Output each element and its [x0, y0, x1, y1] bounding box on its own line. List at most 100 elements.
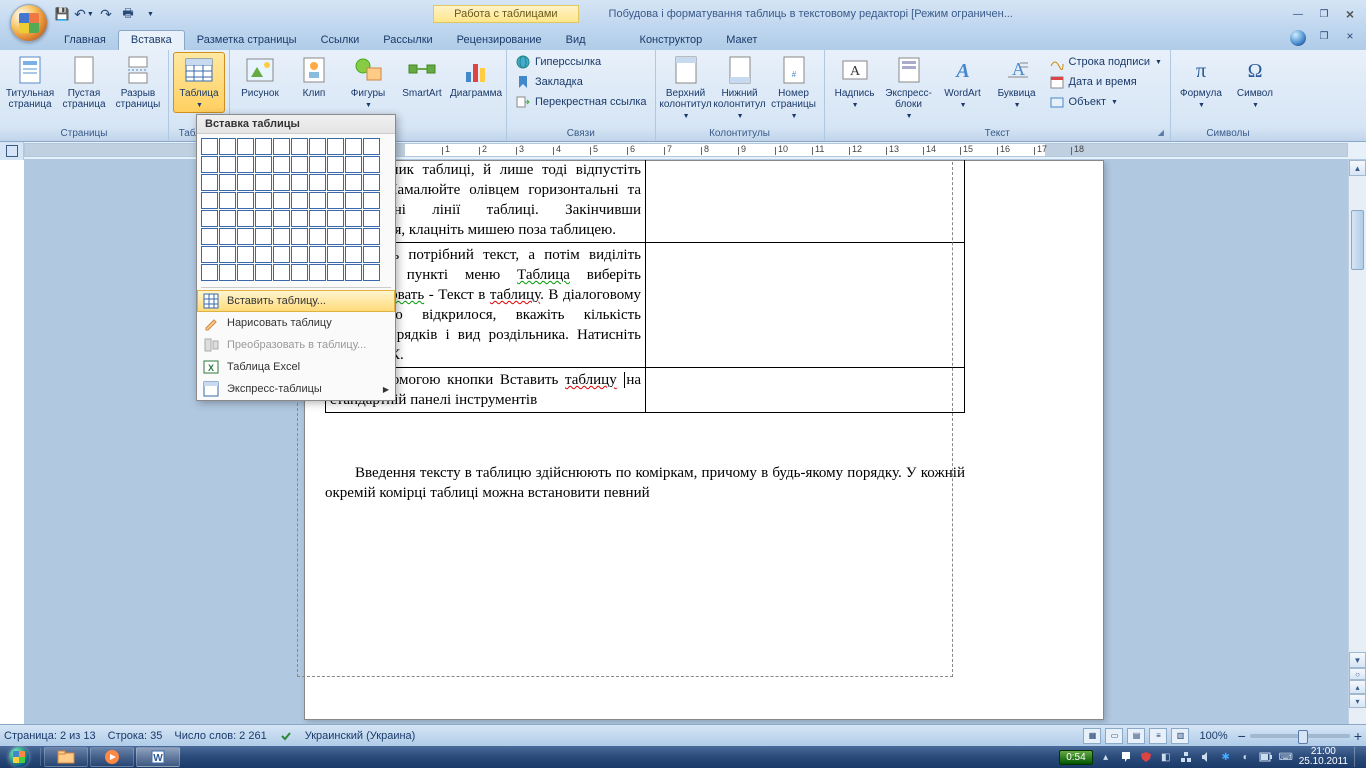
grid-cell[interactable] — [345, 264, 362, 281]
qat-print[interactable] — [118, 4, 138, 24]
grid-cell[interactable] — [273, 192, 290, 209]
doc-close[interactable]: × — [1338, 28, 1362, 44]
task-word[interactable]: W — [136, 747, 180, 767]
view-full-screen[interactable]: ▭ — [1105, 728, 1123, 744]
zoom-out-button[interactable]: − — [1238, 728, 1246, 744]
office-button[interactable] — [10, 4, 48, 42]
grid-cell[interactable] — [291, 246, 308, 263]
grid-cell[interactable] — [237, 210, 254, 227]
ruler-corner[interactable] — [0, 142, 24, 160]
grid-cell[interactable] — [345, 174, 362, 191]
tray-app2-icon[interactable]: ◐ — [1239, 750, 1253, 764]
show-desktop-button[interactable] — [1354, 747, 1362, 767]
grid-cell[interactable] — [291, 156, 308, 173]
grid-cell[interactable] — [291, 210, 308, 227]
bookmark-button[interactable]: Закладка — [511, 72, 651, 92]
grid-cell[interactable] — [219, 156, 236, 173]
clipart-button[interactable]: Клип — [288, 52, 340, 101]
tray-up-icon[interactable]: ▴ — [1099, 750, 1113, 764]
grid-cell[interactable] — [291, 264, 308, 281]
grid-cell[interactable] — [291, 192, 308, 209]
picture-button[interactable]: Рисунок — [234, 52, 286, 101]
grid-cell[interactable] — [201, 228, 218, 245]
tab-view[interactable]: Вид — [554, 31, 598, 50]
grid-cell[interactable] — [255, 192, 272, 209]
tab-references[interactable]: Ссылки — [309, 31, 372, 50]
status-page[interactable]: Страница: 2 из 13 — [4, 730, 96, 742]
grid-cell[interactable] — [363, 210, 380, 227]
close-button[interactable]: × — [1338, 6, 1362, 22]
dialog-launcher[interactable]: ◢ — [1158, 128, 1164, 137]
crossref-button[interactable]: Перекрестная ссылка — [511, 92, 651, 112]
tab-design[interactable]: Конструктор — [628, 31, 715, 50]
tray-shield-icon[interactable] — [1139, 750, 1153, 764]
shapes-button[interactable]: Фигуры▼ — [342, 52, 394, 113]
tab-page-layout[interactable]: Разметка страницы — [185, 31, 309, 50]
tray-bluetooth-icon[interactable]: ✱ — [1219, 750, 1233, 764]
page-number-button[interactable]: #Номер страницы▼ — [768, 52, 820, 124]
grid-cell[interactable] — [201, 210, 218, 227]
zoom-slider[interactable] — [1250, 734, 1350, 738]
tab-home[interactable]: Главная — [52, 31, 118, 50]
dd-insert-table[interactable]: Вставить таблицу... — [197, 290, 395, 312]
grid-cell[interactable] — [363, 192, 380, 209]
grid-cell[interactable] — [255, 174, 272, 191]
tab-mailings[interactable]: Рассылки — [371, 31, 444, 50]
dd-quick-tables[interactable]: Экспресс-таблицы▶ — [197, 378, 395, 400]
grid-cell[interactable] — [237, 228, 254, 245]
chart-button[interactable]: Диаграмма — [450, 52, 502, 101]
grid-cell[interactable] — [201, 156, 218, 173]
wordart-button[interactable]: AWordArt▼ — [937, 52, 989, 113]
grid-cell[interactable] — [237, 174, 254, 191]
keyboard-indicator-time[interactable]: 0:54 — [1059, 750, 1092, 765]
status-words[interactable]: Число слов: 2 261 — [174, 730, 266, 742]
header-button[interactable]: Верхний колонтитул▼ — [660, 52, 712, 124]
page[interactable]: прямокутник таблиці, й лише тоді відпуст… — [304, 160, 1104, 720]
grid-cell[interactable] — [273, 246, 290, 263]
grid-cell[interactable] — [327, 264, 344, 281]
grid-cell[interactable] — [363, 138, 380, 155]
grid-cell[interactable] — [291, 174, 308, 191]
grid-cell[interactable] — [327, 192, 344, 209]
symbol-button[interactable]: ΩСимвол▼ — [1229, 52, 1281, 113]
tray-clock[interactable]: 21:00 25.10.2011 — [1299, 747, 1348, 767]
paragraph[interactable]: Введення тексту в таблицю здійснюють по … — [325, 463, 965, 503]
datetime-button[interactable]: Дата и время — [1045, 72, 1166, 92]
view-web[interactable]: ▤ — [1127, 728, 1145, 744]
grid-cell[interactable] — [363, 174, 380, 191]
grid-cell[interactable] — [363, 156, 380, 173]
tab-layout[interactable]: Макет — [714, 31, 769, 50]
scroll-up-button[interactable]: ▲ — [1349, 160, 1366, 176]
start-button[interactable] — [0, 746, 38, 768]
grid-cell[interactable] — [345, 156, 362, 173]
grid-cell[interactable] — [219, 246, 236, 263]
tray-app-icon[interactable]: ◧ — [1159, 750, 1173, 764]
status-proofing-icon[interactable] — [279, 729, 293, 743]
grid-cell[interactable] — [255, 228, 272, 245]
grid-cell[interactable] — [201, 192, 218, 209]
table-size-grid[interactable] — [197, 134, 395, 285]
grid-cell[interactable] — [219, 264, 236, 281]
grid-cell[interactable] — [273, 156, 290, 173]
qat-undo[interactable]: ▼ — [74, 4, 94, 24]
grid-cell[interactable] — [255, 138, 272, 155]
grid-cell[interactable] — [219, 174, 236, 191]
minimize-button[interactable]: — — [1286, 6, 1310, 22]
tray-lang-icon[interactable]: ⌨ — [1279, 750, 1293, 764]
grid-cell[interactable] — [237, 138, 254, 155]
table-cell[interactable] — [646, 160, 965, 243]
zoom-level[interactable]: 100% — [1199, 730, 1227, 742]
scroll-thumb[interactable] — [1351, 210, 1364, 270]
grid-cell[interactable] — [345, 228, 362, 245]
grid-cell[interactable] — [255, 210, 272, 227]
grid-cell[interactable] — [273, 264, 290, 281]
task-explorer[interactable] — [44, 747, 88, 767]
grid-cell[interactable] — [201, 264, 218, 281]
grid-cell[interactable] — [309, 192, 326, 209]
grid-cell[interactable] — [255, 156, 272, 173]
grid-cell[interactable] — [363, 228, 380, 245]
quickparts-button[interactable]: Экспресс-блоки▼ — [883, 52, 935, 124]
grid-cell[interactable] — [345, 210, 362, 227]
grid-cell[interactable] — [201, 246, 218, 263]
status-language[interactable]: Украинский (Украина) — [305, 730, 416, 742]
